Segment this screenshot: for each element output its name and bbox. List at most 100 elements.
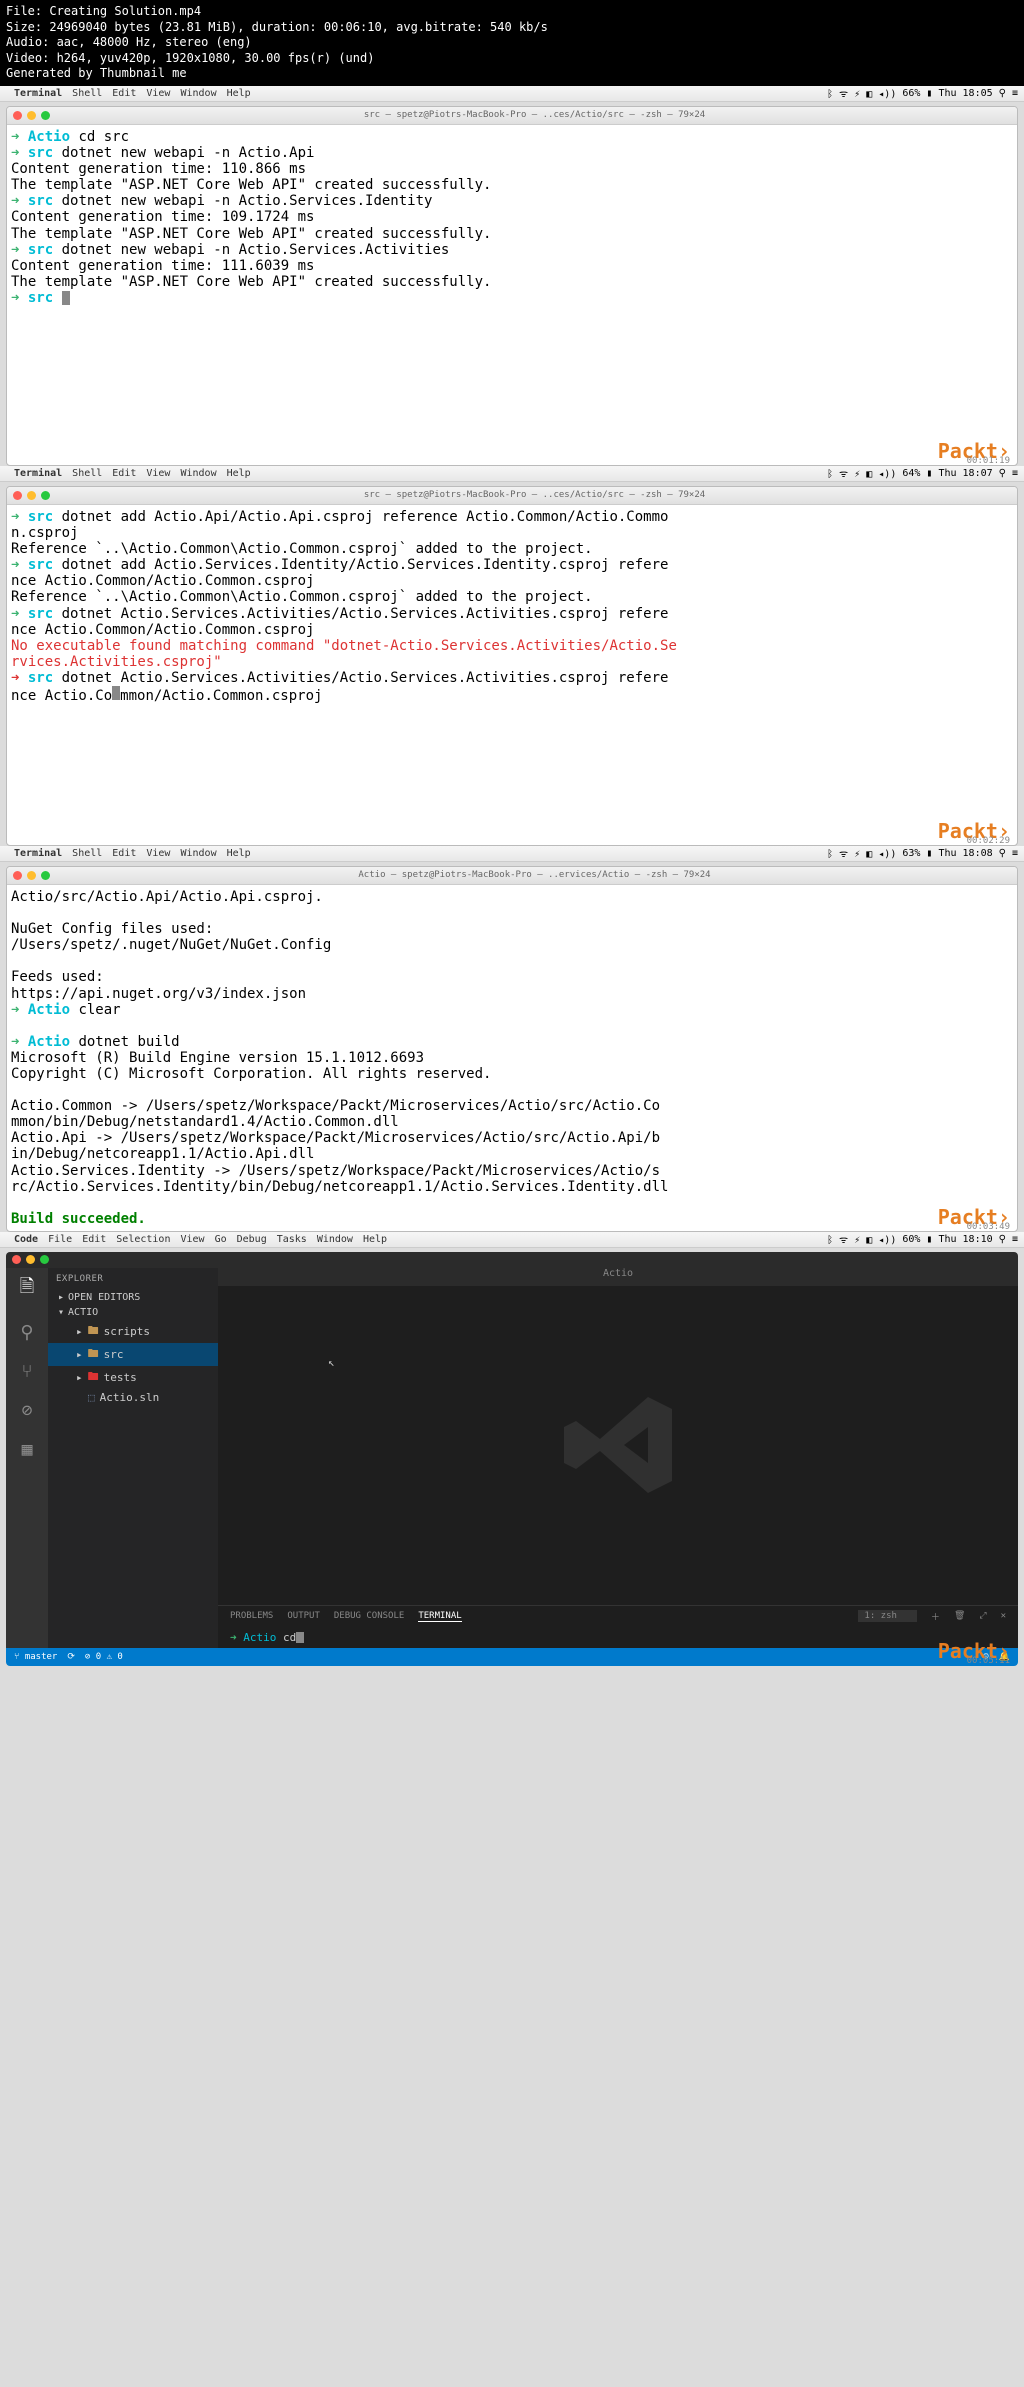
mac-menubar: Terminal Shell Edit View Window Help ᛒ ᯤ… bbox=[0, 86, 1024, 102]
menu-icon[interactable]: ≡ bbox=[1012, 88, 1018, 99]
search-icon[interactable]: ⚲ bbox=[999, 848, 1006, 859]
zoom-button[interactable] bbox=[41, 871, 50, 880]
menu-view[interactable]: View bbox=[146, 468, 170, 479]
maximize-icon[interactable]: ⤢ bbox=[979, 1611, 986, 1621]
menu-shell[interactable]: Shell bbox=[72, 468, 102, 479]
menu-debug[interactable]: Debug bbox=[237, 1234, 267, 1245]
debug-icon[interactable]: ⊘ bbox=[22, 1400, 33, 1421]
tab-debug[interactable]: DEBUG CONSOLE bbox=[334, 1611, 404, 1621]
clock: Thu 18:08 bbox=[938, 848, 992, 859]
close-button[interactable] bbox=[12, 1255, 21, 1264]
screenshot-1: Terminal Shell Edit View Window Help ᛒ ᯤ… bbox=[0, 86, 1024, 466]
packt-logo: Packt›00:03:49 bbox=[938, 1205, 1010, 1230]
menu-help[interactable]: Help bbox=[227, 88, 251, 99]
folder-src[interactable]: 🖿src bbox=[48, 1343, 218, 1366]
minimize-button[interactable] bbox=[27, 871, 36, 880]
panel-tabs: PROBLEMS OUTPUT DEBUG CONSOLE TERMINAL 1… bbox=[218, 1606, 1018, 1627]
mac-menubar: Terminal Shell Edit View Window Help ᛒ ᯤ… bbox=[0, 846, 1024, 862]
close-button[interactable] bbox=[13, 491, 22, 500]
terminal-selector[interactable]: 1: zsh bbox=[858, 1610, 917, 1622]
menu-icon[interactable]: ≡ bbox=[1012, 468, 1018, 479]
menu-view[interactable]: View bbox=[146, 848, 170, 859]
menu-edit[interactable]: Edit bbox=[112, 468, 136, 479]
zoom-button[interactable] bbox=[41, 491, 50, 500]
trash-icon[interactable]: 🗑 bbox=[954, 1611, 965, 1621]
extensions-icon[interactable]: ▦ bbox=[22, 1439, 33, 1460]
open-editors-section[interactable]: OPEN EDITORS bbox=[48, 1290, 218, 1305]
folder-tests[interactable]: 🖿tests bbox=[48, 1366, 218, 1389]
close-button[interactable] bbox=[13, 111, 22, 120]
battery-icon: ▮ bbox=[926, 1234, 932, 1245]
window-title: src — spetz@Piotrs-MacBook-Pro — ..ces/A… bbox=[58, 490, 1011, 500]
scm-icon[interactable]: ⑂ bbox=[22, 1361, 33, 1382]
menu-window[interactable]: Window bbox=[180, 848, 216, 859]
menu-edit[interactable]: Edit bbox=[82, 1234, 106, 1245]
close-panel-icon[interactable]: ✕ bbox=[1001, 1611, 1006, 1621]
close-button[interactable] bbox=[13, 871, 22, 880]
terminal-titlebar: src — spetz@Piotrs-MacBook-Pro — ..ces/A… bbox=[7, 487, 1017, 505]
terminal-window: Actio — spetz@Piotrs-MacBook-Pro — ..erv… bbox=[6, 866, 1018, 1232]
video-metadata: File: Creating Solution.mp4 Size: 249690… bbox=[0, 0, 1024, 86]
search-icon[interactable]: ⚲ bbox=[999, 1234, 1006, 1245]
minimize-button[interactable] bbox=[26, 1255, 35, 1264]
terminal-body[interactable]: ➜ Actio cd bbox=[218, 1627, 1018, 1648]
menu-shell[interactable]: Shell bbox=[72, 848, 102, 859]
menu-window[interactable]: Window bbox=[317, 1234, 353, 1245]
new-terminal-icon[interactable]: ＋ bbox=[931, 1610, 940, 1623]
vscode-logo-icon bbox=[558, 1385, 678, 1505]
sync-icon[interactable]: ⟳ bbox=[67, 1652, 75, 1662]
search-icon[interactable]: ⚲ bbox=[20, 1322, 33, 1343]
tab-terminal[interactable]: TERMINAL bbox=[418, 1611, 461, 1622]
menu-help[interactable]: Help bbox=[227, 848, 251, 859]
menu-icon[interactable]: ≡ bbox=[1012, 848, 1018, 859]
menu-view[interactable]: View bbox=[146, 88, 170, 99]
menu-tasks[interactable]: Tasks bbox=[277, 1234, 307, 1245]
minimize-button[interactable] bbox=[27, 491, 36, 500]
menu-app[interactable]: Terminal bbox=[14, 88, 62, 99]
tab-problems[interactable]: PROBLEMS bbox=[230, 1611, 273, 1621]
window-title: src — spetz@Piotrs-MacBook-Pro — ..ces/A… bbox=[58, 110, 1011, 120]
menu-app[interactable]: Terminal bbox=[14, 848, 62, 859]
terminal-output[interactable]: ➜ src dotnet add Actio.Api/Actio.Api.csp… bbox=[7, 505, 1017, 845]
menu-app[interactable]: Code bbox=[14, 1234, 38, 1245]
minimize-button[interactable] bbox=[27, 111, 36, 120]
window-title: Actio — spetz@Piotrs-MacBook-Pro — ..erv… bbox=[58, 870, 1011, 880]
root-folder[interactable]: ACTIO bbox=[48, 1305, 218, 1320]
menu-app[interactable]: Terminal bbox=[14, 468, 62, 479]
tab-output[interactable]: OUTPUT bbox=[287, 1611, 320, 1621]
folder-scripts[interactable]: 🖿scripts bbox=[48, 1320, 218, 1343]
zoom-button[interactable] bbox=[41, 111, 50, 120]
editor-empty: ↖ bbox=[218, 1286, 1018, 1605]
errors-warnings[interactable]: ⊘ 0 ⚠ 0 bbox=[85, 1652, 123, 1662]
battery-pct: 64% bbox=[902, 468, 920, 479]
timecode: 00:05:11 bbox=[967, 1656, 1010, 1666]
battery-icon: ▮ bbox=[926, 88, 932, 99]
explorer-icon[interactable]: 🗎 bbox=[20, 1274, 34, 1304]
packt-logo: Packt›00:05:11 bbox=[938, 1639, 1010, 1664]
menu-window[interactable]: Window bbox=[180, 468, 216, 479]
file-line: File: Creating Solution.mp4 bbox=[6, 4, 1018, 20]
search-icon[interactable]: ⚲ bbox=[999, 88, 1006, 99]
search-icon[interactable]: ⚲ bbox=[999, 468, 1006, 479]
menu-window[interactable]: Window bbox=[180, 88, 216, 99]
menu-file[interactable]: File bbox=[48, 1234, 72, 1245]
menu-icon[interactable]: ≡ bbox=[1012, 1234, 1018, 1245]
terminal-output[interactable]: Actio/src/Actio.Api/Actio.Api.csproj. Nu… bbox=[7, 885, 1017, 1231]
menu-edit[interactable]: Edit bbox=[112, 848, 136, 859]
audio-line: Audio: aac, 48000 Hz, stereo (eng) bbox=[6, 35, 1018, 51]
branch-indicator[interactable]: ⑂ master bbox=[14, 1652, 57, 1662]
battery-icon: ▮ bbox=[926, 468, 932, 479]
menu-help[interactable]: Help bbox=[363, 1234, 387, 1245]
timecode: 00:03:49 bbox=[967, 1222, 1010, 1232]
menu-edit[interactable]: Edit bbox=[112, 88, 136, 99]
menu-view[interactable]: View bbox=[180, 1234, 204, 1245]
terminal-output[interactable]: ➜ Actio cd src ➜ src dotnet new webapi -… bbox=[7, 125, 1017, 465]
menu-selection[interactable]: Selection bbox=[116, 1234, 170, 1245]
packt-logo: Packt›00:01:19 bbox=[938, 439, 1010, 464]
menu-go[interactable]: Go bbox=[215, 1234, 227, 1245]
zoom-button[interactable] bbox=[40, 1255, 49, 1264]
menu-shell[interactable]: Shell bbox=[72, 88, 102, 99]
menu-help[interactable]: Help bbox=[227, 468, 251, 479]
traffic-lights bbox=[13, 111, 50, 120]
file-sln[interactable]: ⬚Actio.sln bbox=[48, 1389, 218, 1406]
